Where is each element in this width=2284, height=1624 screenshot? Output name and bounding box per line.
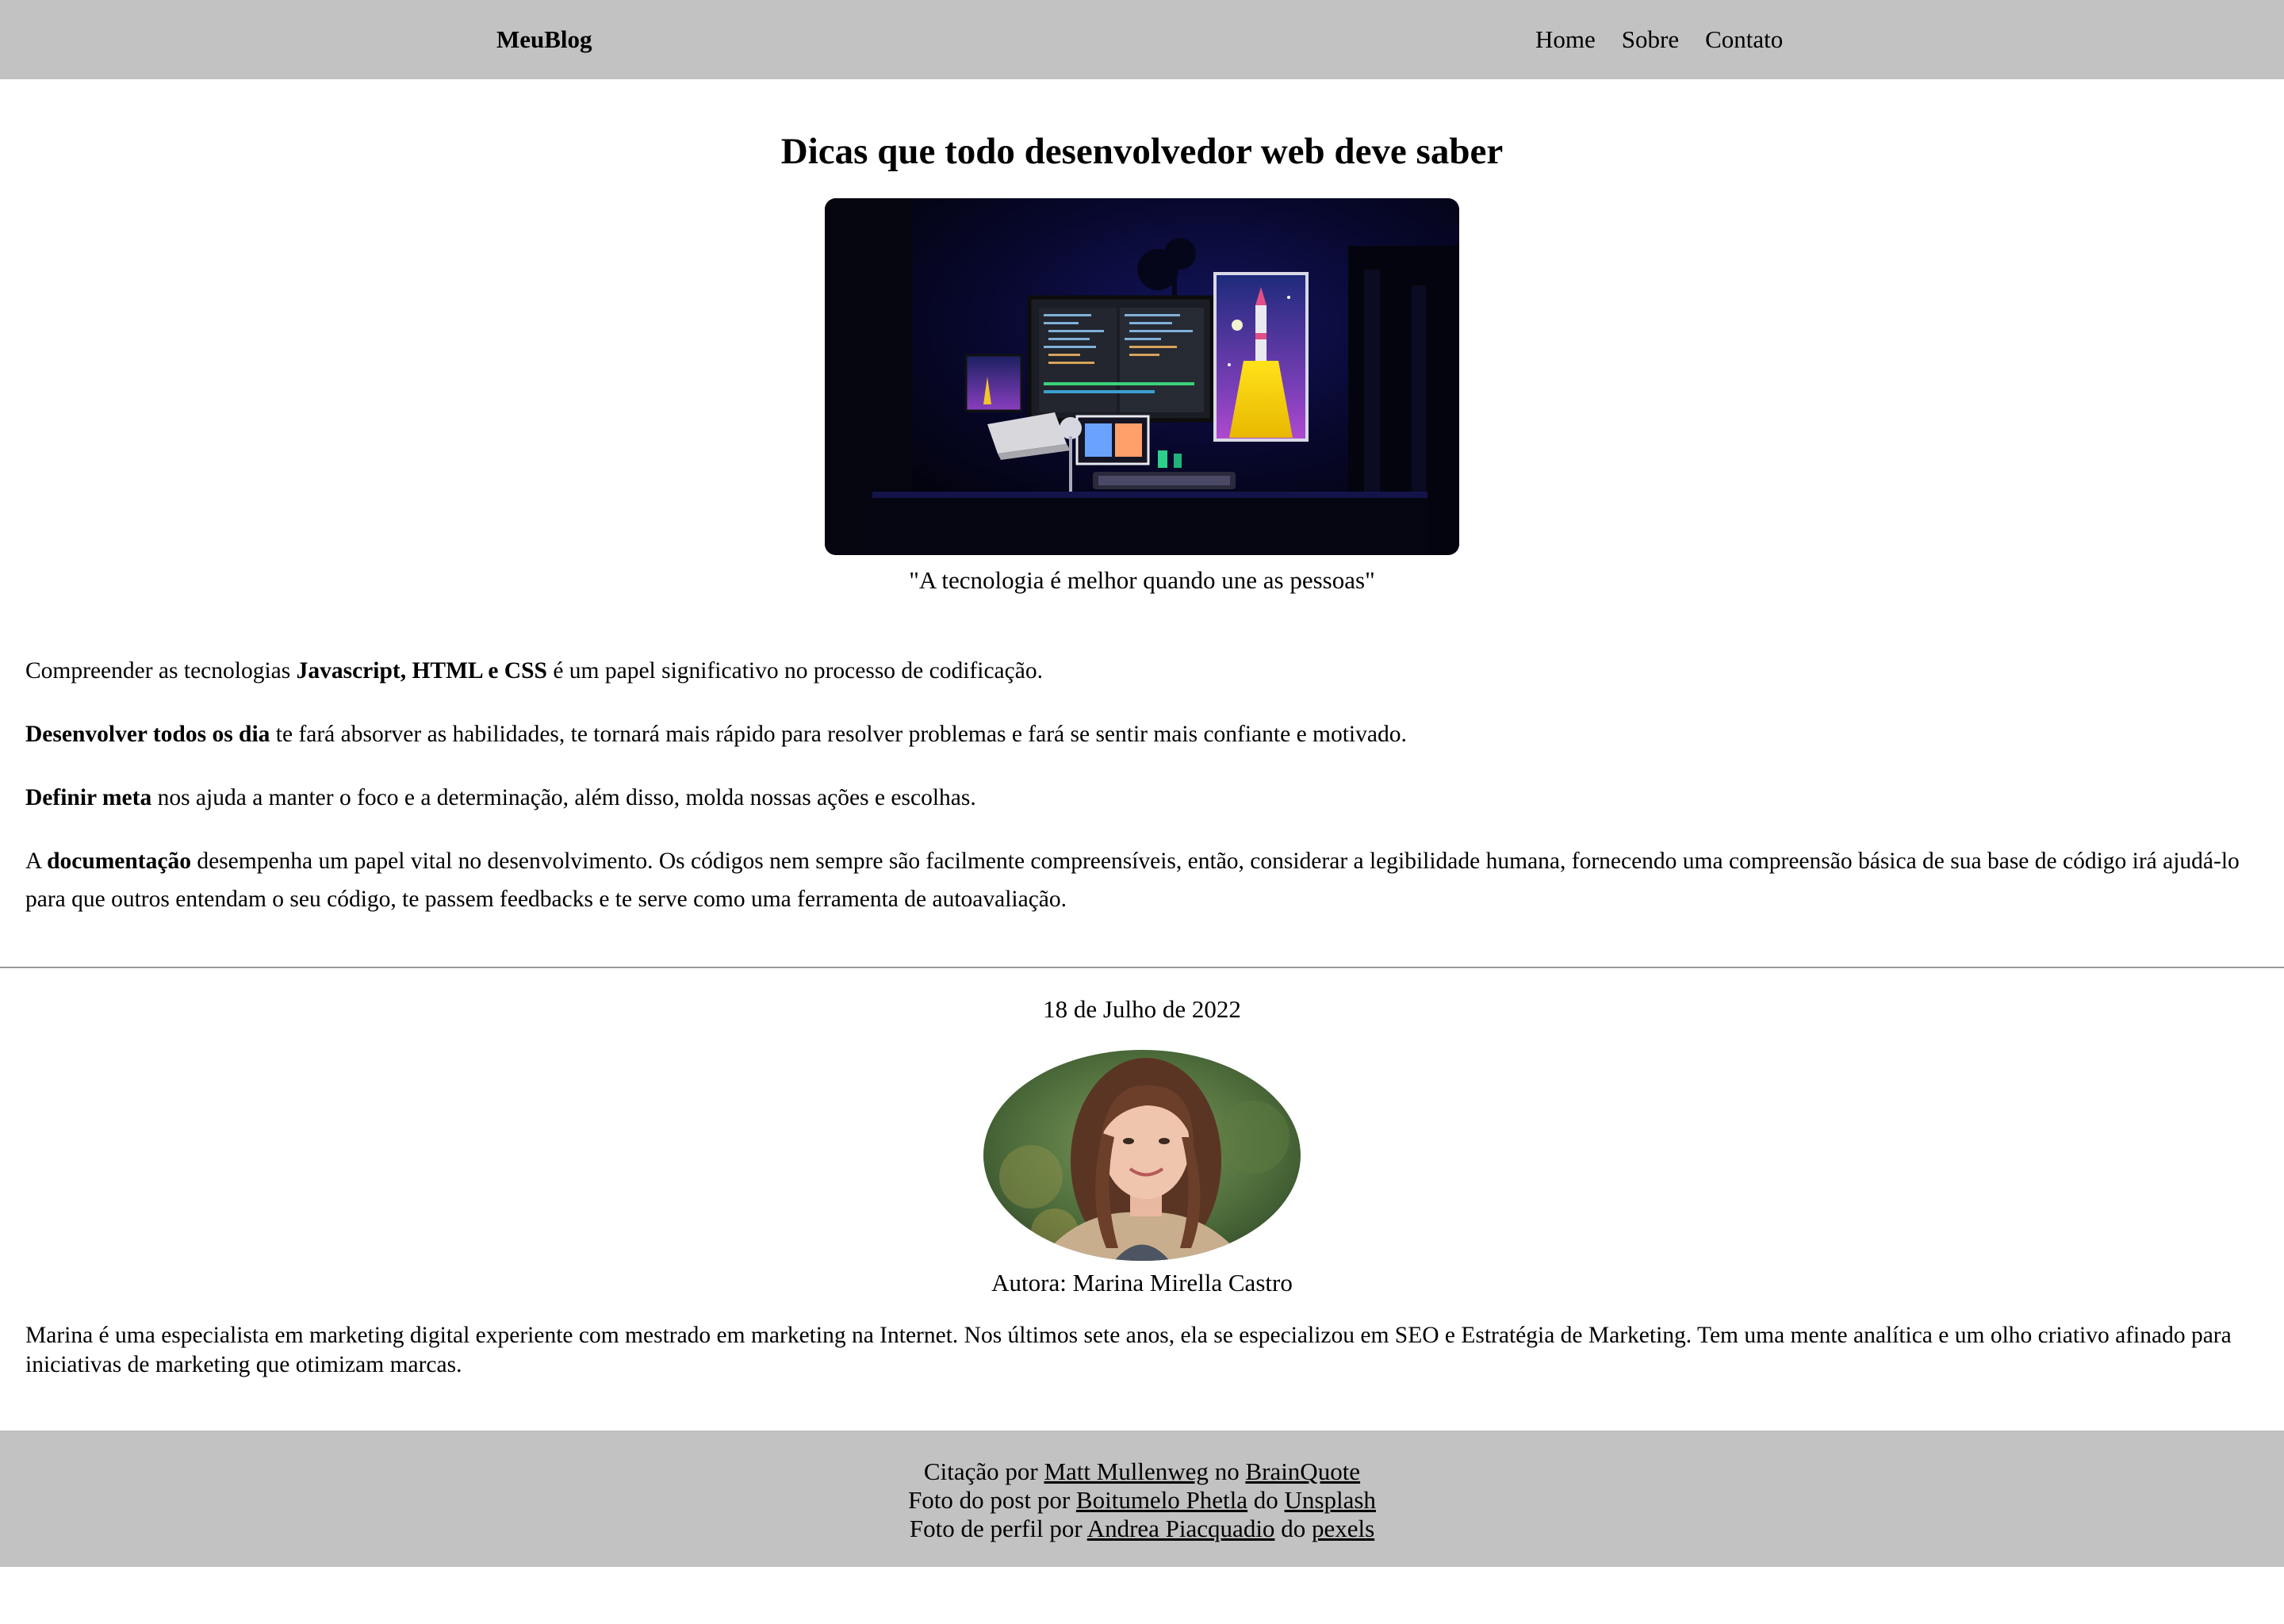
paragraph-goals: Definir meta nos ajuda a manter o foco e…	[25, 785, 976, 810]
hero-image	[825, 198, 1459, 555]
nav-contato-link[interactable]: Contato	[1705, 24, 1783, 56]
author-bio: Marina é uma especialista em marketing d…	[25, 1323, 2232, 1377]
credit-profile-photo-source-link[interactable]: pexels	[1312, 1515, 1374, 1542]
post-quote: "A tecnologia é melhor quando une as pes…	[909, 566, 1375, 594]
credit-quote-author-link[interactable]: Matt Mullenweg	[1044, 1457, 1209, 1485]
credit-quote-source-link[interactable]: BrainQuote	[1245, 1457, 1360, 1485]
credit-profile-photo-author-link[interactable]: Andrea Piacquadio	[1087, 1515, 1275, 1542]
developer-desk-illustration	[825, 198, 1459, 555]
nav-sobre-link[interactable]: Sobre	[1622, 24, 1679, 56]
post-title: Dicas que todo desenvolvedor web deve sa…	[780, 131, 1504, 172]
post-content: Compreender as tecnologias Javascript, H…	[25, 652, 2246, 944]
paragraph-practice: Desenvolver todos os dia te fará absorve…	[25, 722, 1407, 747]
credit-post-photo: Foto do post por Boitumelo Phetla do Uns…	[908, 1486, 1376, 1514]
author-name: Autora: Marina Mirella Castro	[991, 1269, 1293, 1297]
credits: Citação por Matt Mullenweg no BrainQuote…	[0, 1431, 2284, 1543]
author-portrait-illustration	[983, 1050, 1301, 1261]
site-footer: Citação por Matt Mullenweg no BrainQuote…	[0, 1431, 2284, 1567]
credit-profile-photo: Foto de perfil por Andrea Piacquadio do …	[909, 1515, 1375, 1542]
site-header: MeuBlog Home Sobre Contato	[0, 0, 2284, 79]
brand-logo[interactable]: MeuBlog	[496, 24, 592, 56]
nav-home-link[interactable]: Home	[1535, 24, 1596, 56]
author-avatar	[983, 1050, 1301, 1261]
credit-quote: Citação por Matt Mullenweg no BrainQuote	[923, 1457, 1361, 1485]
paragraph-technologies: Compreender as tecnologias Javascript, H…	[25, 658, 1043, 684]
post-date: 18 de Julho de 2022	[1043, 995, 1241, 1023]
main-nav: Home Sobre Contato	[1535, 24, 1783, 56]
section-divider	[0, 967, 2284, 968]
credit-post-photo-author-link[interactable]: Boitumelo Phetla	[1076, 1486, 1247, 1514]
credit-post-photo-source-link[interactable]: Unsplash	[1285, 1486, 1376, 1514]
paragraph-documentation: A documentação desempenha um papel vital…	[25, 848, 2240, 912]
